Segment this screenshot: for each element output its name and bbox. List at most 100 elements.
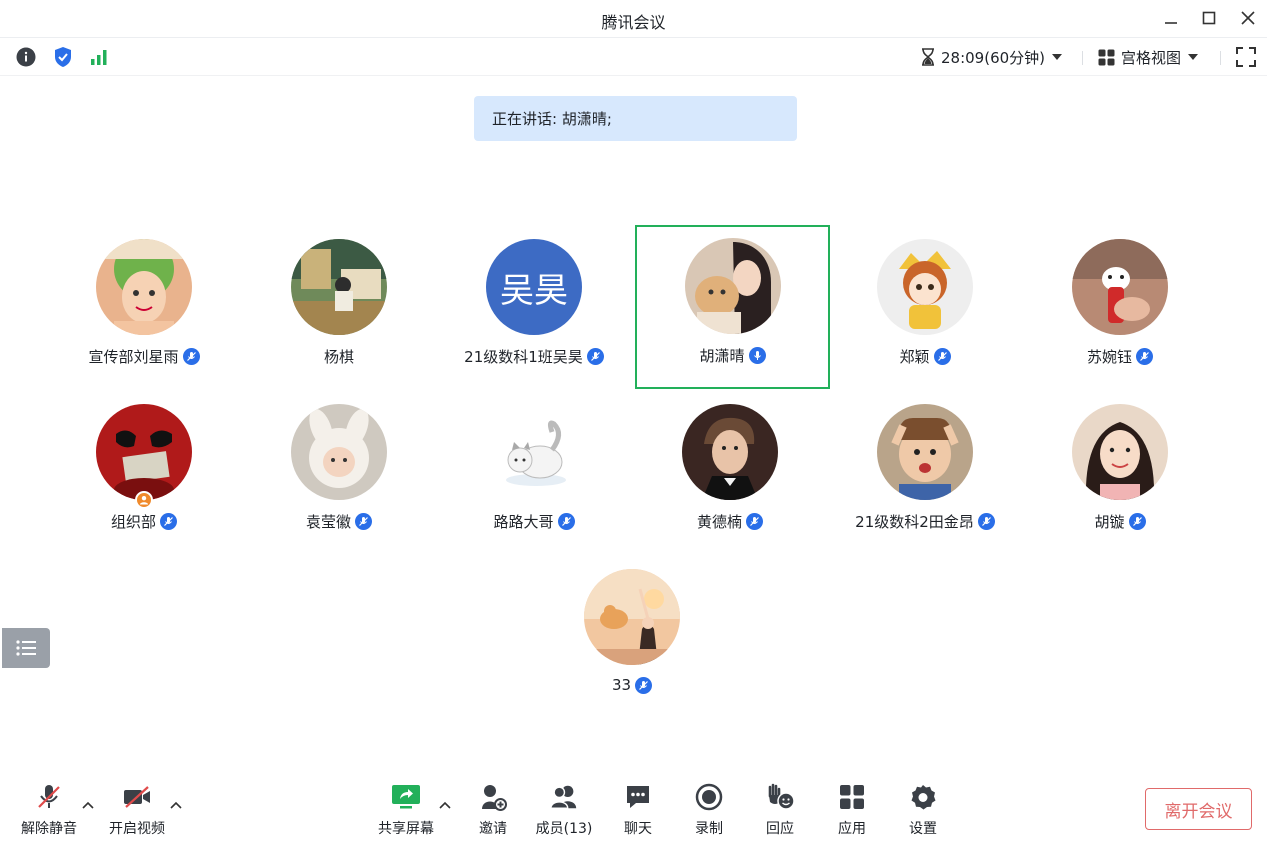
participant-tile[interactable]: 组织部 xyxy=(49,392,239,552)
participant-name-row: 苏婉钰 xyxy=(1025,346,1215,367)
participant-tile[interactable]: 33 xyxy=(537,557,727,717)
divider xyxy=(1220,51,1221,65)
members-button[interactable]: 成员(13) xyxy=(532,782,596,838)
participant-tile[interactable]: 苏婉钰 xyxy=(1025,227,1215,387)
mic-muted-icon xyxy=(38,785,60,808)
members-label: 成员(13) xyxy=(535,821,593,837)
avatar xyxy=(584,569,680,665)
maximize-button[interactable] xyxy=(1195,6,1223,30)
chevron-down-icon xyxy=(1052,54,1063,60)
reactions-label: 回应 xyxy=(766,821,794,837)
mic-icon xyxy=(1136,348,1153,365)
shield-icon xyxy=(55,47,71,67)
share-screen-label: 共享屏幕 xyxy=(378,821,434,837)
bottom-toolbar: 解除静音 开启视频 共享屏幕 邀请 成员(13) 聊天 录制 回应 应用 设置 xyxy=(0,770,1267,845)
participant-name-row: 路路大哥 xyxy=(439,511,629,532)
participant-tile[interactable]: 杨棋 xyxy=(244,227,434,387)
invite-button[interactable]: 邀请 xyxy=(461,782,525,838)
close-button[interactable] xyxy=(1234,6,1262,30)
avatar xyxy=(96,404,192,500)
participant-tile[interactable]: 黄德楠 xyxy=(635,392,825,552)
apps-icon xyxy=(840,785,864,809)
avatar xyxy=(682,404,778,500)
security-button[interactable] xyxy=(52,46,74,68)
unmute-label: 解除静音 xyxy=(21,821,77,837)
chevron-up-icon[interactable] xyxy=(81,800,95,810)
participant-name: 路路大哥 xyxy=(493,513,554,531)
leave-meeting-button[interactable]: 离开会议 xyxy=(1145,788,1252,830)
mic-icon xyxy=(746,513,763,530)
unmute-button[interactable]: 解除静音 xyxy=(17,782,81,838)
reactions-button[interactable]: 回应 xyxy=(748,782,812,838)
maximize-icon xyxy=(1202,11,1216,25)
fullscreen-button[interactable] xyxy=(1235,46,1257,68)
participant-list-toggle[interactable] xyxy=(2,628,50,668)
participant-name-row: 胡镟 xyxy=(1025,511,1215,532)
timer-text: 28:09(60分钟) xyxy=(941,48,1046,67)
start-video-label: 开启视频 xyxy=(109,821,165,837)
apps-label: 应用 xyxy=(838,821,866,837)
participant-tile[interactable]: 胡镟 xyxy=(1025,392,1215,552)
participant-name-row: 21级数科2田金昂 xyxy=(830,511,1020,532)
chevron-up-icon[interactable] xyxy=(169,800,183,810)
participant-name: 胡潇晴 xyxy=(699,347,745,365)
mic-icon xyxy=(635,676,653,694)
network-button[interactable] xyxy=(88,46,110,68)
info-icon xyxy=(16,47,36,67)
participant-tile[interactable]: 21级数科2田金昂 xyxy=(830,392,1020,552)
mic-icon xyxy=(933,348,951,365)
camera-off-icon xyxy=(124,786,150,808)
participant-name-row: 郑颖 xyxy=(830,346,1020,367)
hourglass-icon xyxy=(922,48,934,66)
participant-name-row: 组织部 xyxy=(49,511,239,532)
participant-tile[interactable]: 郑颖 xyxy=(830,227,1020,387)
participant-name: 21级数科1班吴昊 xyxy=(464,348,583,366)
avatar xyxy=(1072,239,1168,335)
share-screen-button[interactable]: 共享屏幕 xyxy=(374,782,438,838)
info-button[interactable] xyxy=(15,46,37,68)
apps-button[interactable]: 应用 xyxy=(820,782,884,838)
mic-icon xyxy=(160,513,177,530)
view-mode-selector[interactable]: 宫格视图 xyxy=(1098,46,1199,68)
avatar xyxy=(96,239,192,335)
participant-name: 组织部 xyxy=(110,513,156,531)
participant-tile[interactable]: 路路大哥 xyxy=(439,392,629,552)
settings-button[interactable]: 设置 xyxy=(891,782,955,838)
participant-name: 胡镟 xyxy=(1094,513,1125,531)
record-icon xyxy=(695,783,723,811)
participant-tile[interactable]: 吴昊 21级数科1班吴昊 xyxy=(439,227,629,387)
participant-tile[interactable]: 宣传部刘星雨 xyxy=(49,227,239,387)
chat-button[interactable]: 聊天 xyxy=(606,782,670,838)
participant-name: 郑颖 xyxy=(899,348,930,366)
participant-name-row: 胡潇晴 xyxy=(637,345,828,366)
participant-name-row: 21级数科1班吴昊 xyxy=(439,346,629,367)
record-button[interactable]: 录制 xyxy=(677,782,741,838)
invite-label: 邀请 xyxy=(479,821,507,837)
avatar xyxy=(1072,404,1168,500)
participant-name: 苏婉钰 xyxy=(1086,348,1132,366)
meeting-timer[interactable]: 28:09(60分钟) xyxy=(921,46,1063,68)
chevron-up-icon[interactable] xyxy=(438,800,452,810)
minimize-button[interactable] xyxy=(1157,6,1185,30)
participant-name-row: 33 xyxy=(537,676,727,694)
avatar xyxy=(684,238,781,334)
participant-tile-active[interactable]: 胡潇晴 xyxy=(635,225,830,389)
participant-name: 杨棋 xyxy=(323,348,354,366)
members-icon xyxy=(550,785,577,809)
window-title: 腾讯会议 xyxy=(601,13,666,32)
close-icon xyxy=(1241,11,1255,25)
divider xyxy=(1082,51,1083,65)
participant-tile[interactable]: 袁莹徽 xyxy=(244,392,434,552)
avatar xyxy=(877,404,973,500)
user-icon xyxy=(140,496,148,505)
participant-name: 袁莹徽 xyxy=(305,513,351,531)
settings-label: 设置 xyxy=(909,821,937,837)
chat-icon xyxy=(627,786,649,808)
mic-icon xyxy=(557,513,575,530)
avatar xyxy=(877,239,973,335)
participant-name: 21级数科2田金昂 xyxy=(855,513,974,531)
signal-icon xyxy=(91,50,107,65)
start-video-button[interactable]: 开启视频 xyxy=(105,782,169,838)
mic-speaking-icon xyxy=(748,347,766,364)
mic-icon xyxy=(355,513,372,530)
